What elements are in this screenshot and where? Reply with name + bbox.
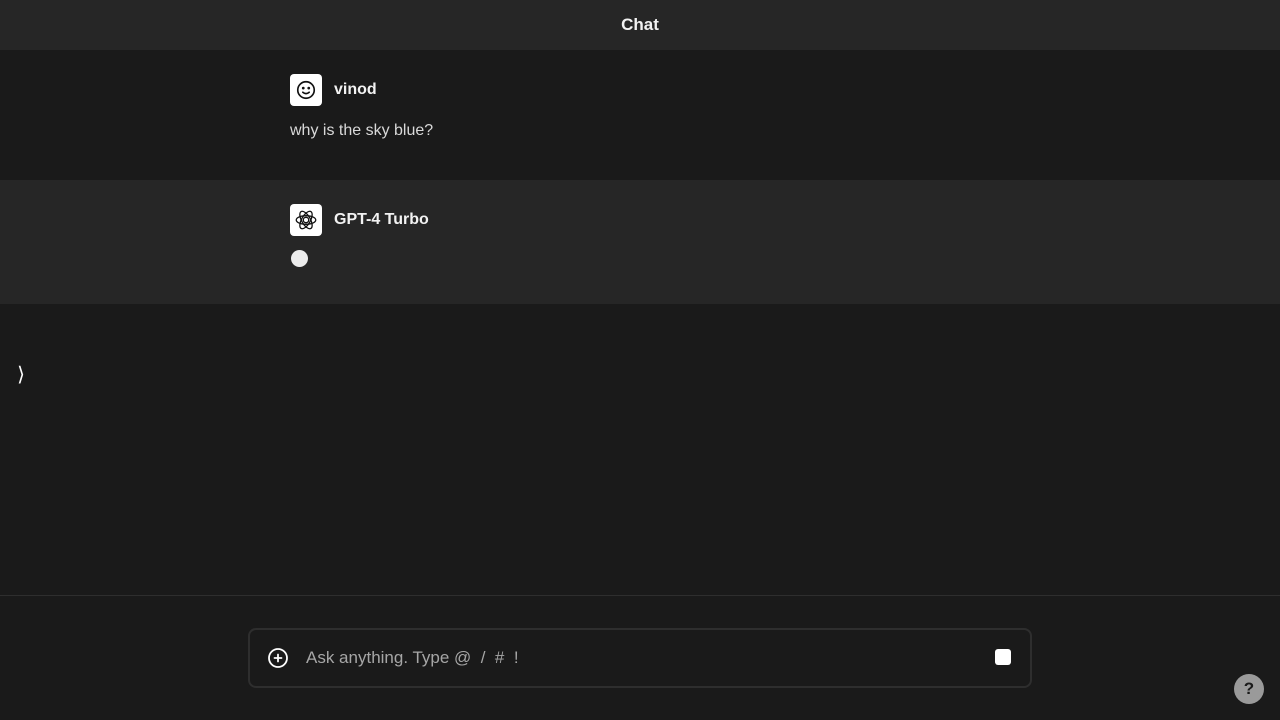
message-header: GPT-4 Turbo [290, 204, 429, 236]
assistant-message: GPT-4 Turbo [0, 180, 1280, 304]
smiley-face-icon [296, 80, 316, 100]
message-text: why is the sky blue? [290, 122, 434, 139]
assistant-avatar [290, 204, 322, 236]
user-avatar [290, 74, 322, 106]
page-title: Chat [621, 15, 659, 34]
stop-generating-button[interactable] [995, 649, 1011, 665]
sidebar-toggle-button[interactable]: ⟩ [12, 362, 30, 388]
message-author: vinod [334, 81, 377, 98]
user-message: vinod why is the sky blue? [0, 50, 1280, 180]
attach-button[interactable] [266, 646, 290, 670]
message-composer [248, 628, 1032, 688]
openai-logo-icon [295, 210, 317, 230]
composer-divider [0, 595, 1280, 596]
chat-app: Chat vinod why is the sky blue? GPT-4 Tu… [0, 0, 1280, 720]
help-button[interactable]: ? [1234, 674, 1264, 704]
message-author: GPT-4 Turbo [334, 211, 429, 228]
top-bar: Chat [0, 0, 1280, 50]
plus-circle-icon [268, 648, 288, 668]
chat-input[interactable] [306, 643, 966, 673]
generating-indicator [291, 250, 308, 267]
message-header: vinod [290, 74, 377, 106]
